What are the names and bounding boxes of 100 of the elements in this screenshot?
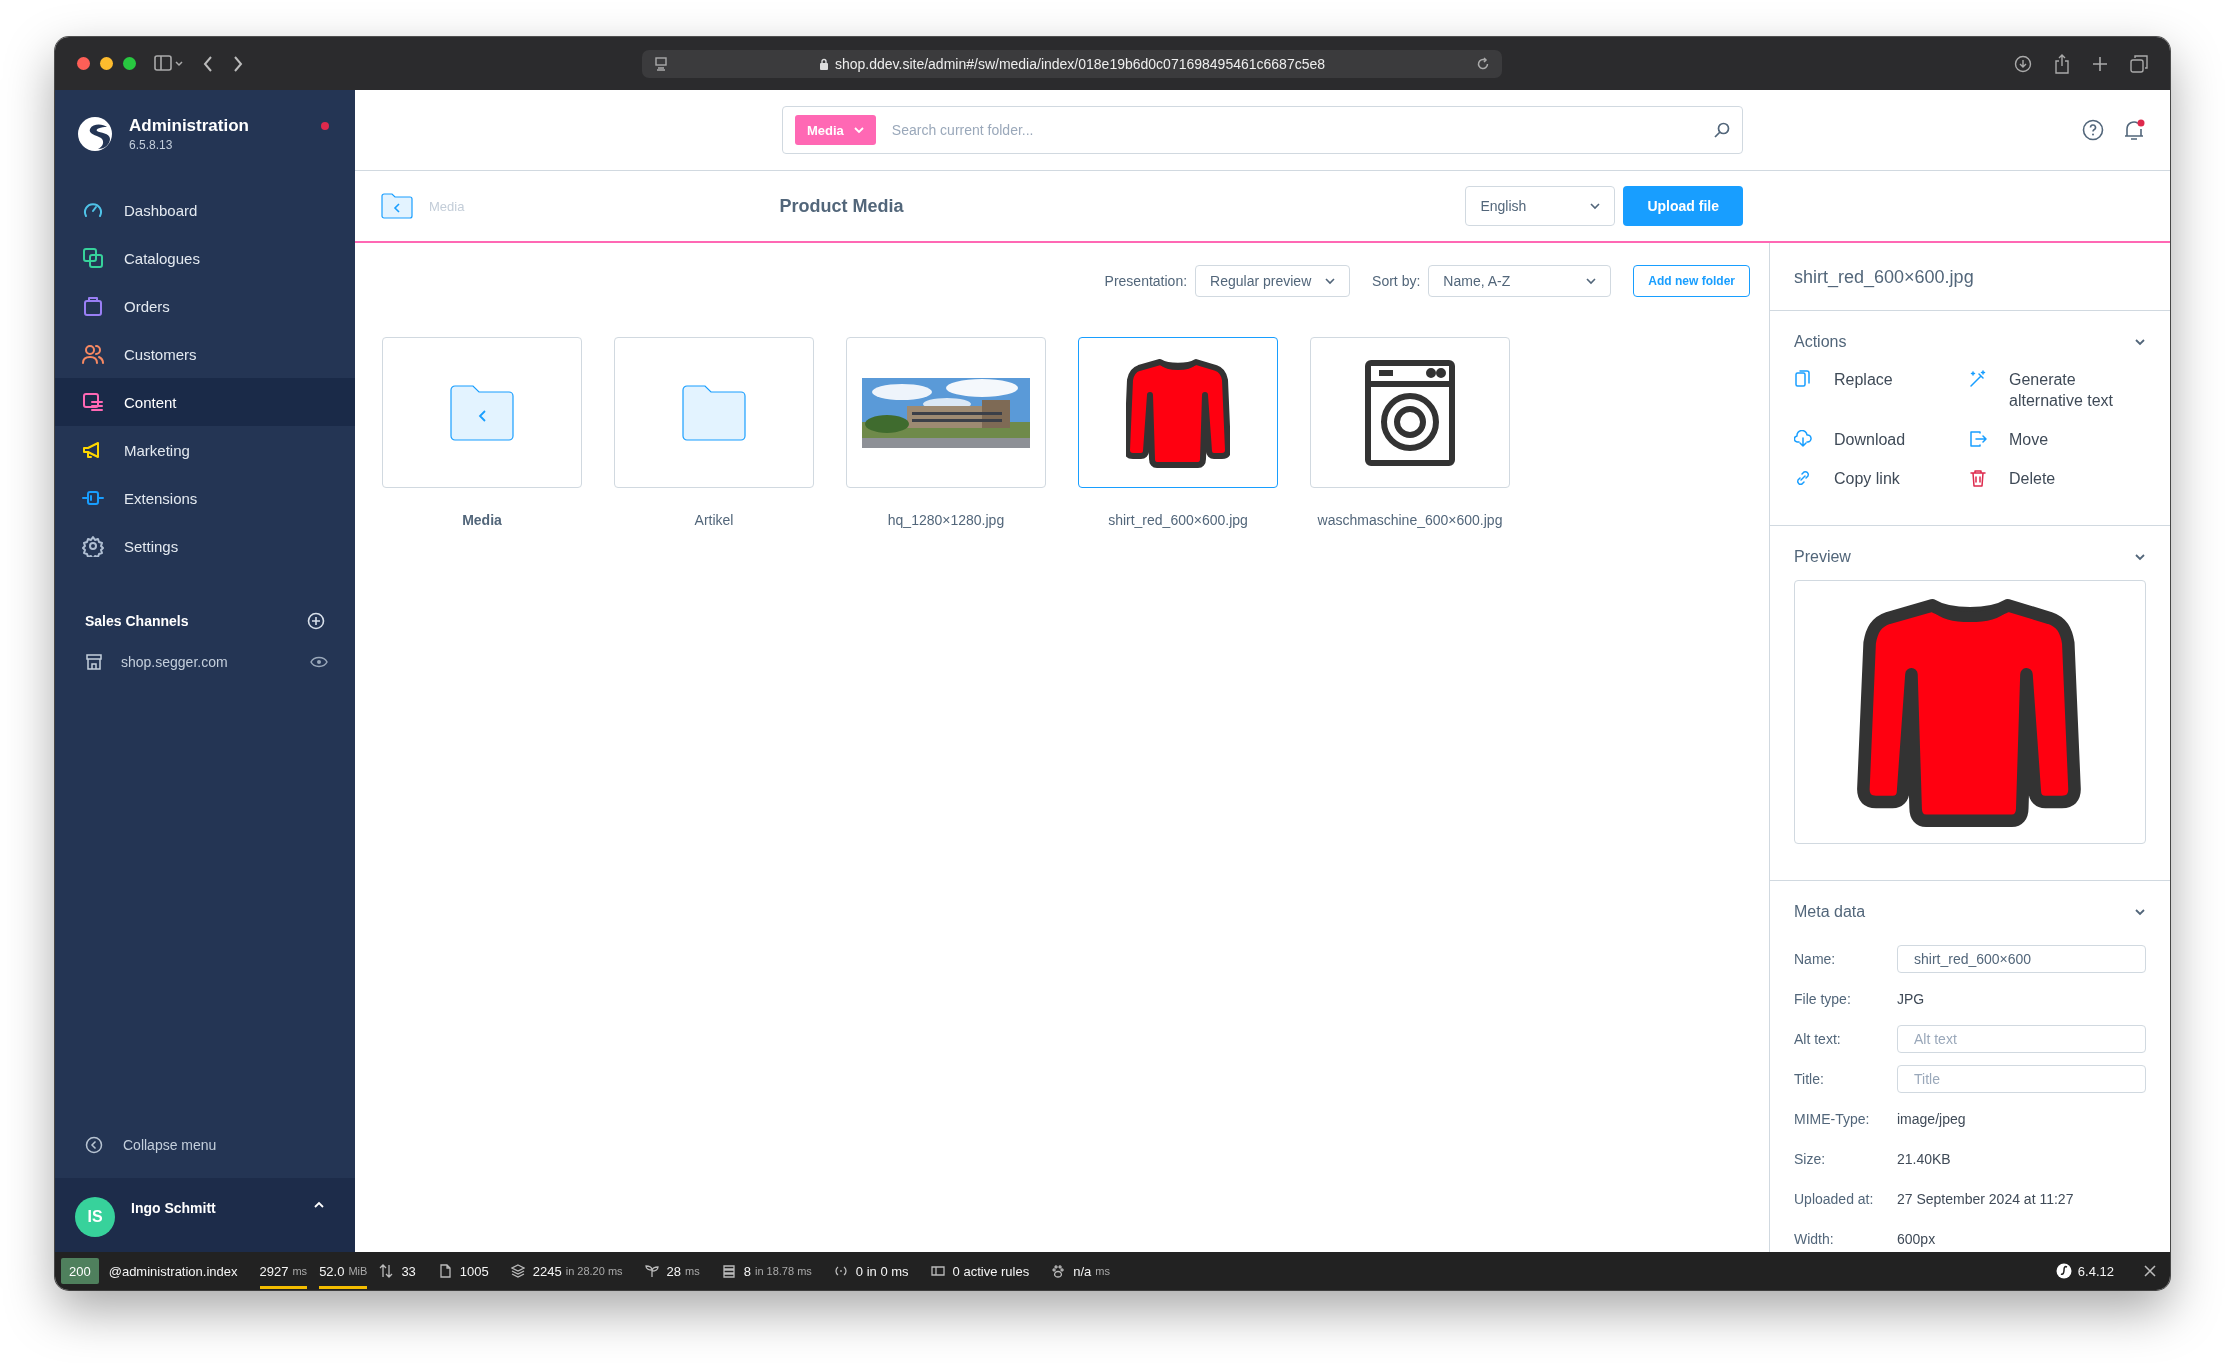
nav-item[interactable]: Customers <box>55 330 355 378</box>
paw-icon <box>1051 1264 1066 1278</box>
reload-icon[interactable] <box>1476 56 1490 71</box>
wand-icon <box>1969 370 1987 388</box>
debug-metric[interactable]: 2927 ms <box>259 1253 308 1289</box>
download-icon[interactable] <box>2014 54 2032 73</box>
chevron-icon[interactable] <box>2134 908 2146 916</box>
field-label: Uploaded at: <box>1794 1190 1875 1209</box>
input-field[interactable]: Alt text <box>1897 1025 2146 1053</box>
field-label: Name: <box>1794 950 1837 969</box>
chevron-icon[interactable] <box>2134 553 2146 561</box>
sprout-icon <box>644 1264 659 1278</box>
nav-item[interactable]: Settings <box>55 522 355 570</box>
debug-metric[interactable]: 8 in 18.78 ms <box>721 1253 812 1289</box>
input-field[interactable]: Title <box>1897 1065 2146 1093</box>
field-label: Title: <box>1794 1070 1825 1089</box>
logo-icon <box>77 116 113 152</box>
field-label: Width: <box>1794 1230 1835 1249</box>
zoom-window-button[interactable] <box>123 57 136 70</box>
logo-icon <box>2055 1263 2072 1279</box>
forward-icon[interactable] <box>232 54 244 73</box>
trash-icon <box>1969 469 1987 487</box>
radio-icon <box>833 1264 848 1278</box>
bell-icon[interactable] <box>2122 118 2146 142</box>
framework-version[interactable]: 6.4.12 <box>2055 1263 2114 1279</box>
media-name: Artikel <box>694 512 734 528</box>
media-name: Media <box>462 512 502 528</box>
tabs-overview-icon[interactable] <box>2130 54 2148 73</box>
layers-icon <box>510 1264 525 1278</box>
language-select[interactable]: English <box>1465 186 1616 226</box>
section-title: Actions <box>1794 333 1847 351</box>
field-label: Alt text: <box>1794 1030 1842 1049</box>
caret-icon <box>1325 277 1336 285</box>
presentation-label: Presentation: <box>1104 273 1188 289</box>
section-heading: Sales Channels <box>85 613 189 629</box>
folder-icon <box>682 384 746 441</box>
link-icon <box>1794 469 1812 487</box>
action-link[interactable]: Generate alternative text <box>1969 369 2146 411</box>
nav-item[interactable]: Marketing <box>55 426 355 474</box>
file-name: shirt_red_600×600.jpg <box>1770 243 2170 311</box>
status-code[interactable]: 200 <box>61 1258 99 1284</box>
app-title: Administration <box>129 116 249 136</box>
chevron-icon[interactable] <box>2134 338 2146 346</box>
help-icon[interactable] <box>2082 119 2104 141</box>
nav-item[interactable]: Orders <box>55 282 355 330</box>
search-icon[interactable] <box>1714 122 1730 138</box>
debug-metric[interactable]: 52.0 MiB <box>319 1253 368 1289</box>
presentation-select[interactable]: Regular preview <box>1195 265 1351 297</box>
field-label: Size: <box>1794 1150 1827 1169</box>
replace-icon <box>1794 370 1812 388</box>
sidebar-toggle-icon[interactable] <box>154 54 184 73</box>
notification-dot <box>321 122 329 130</box>
debug-metric[interactable]: 0 active rules <box>930 1253 1030 1289</box>
route-label[interactable]: @administration.index <box>108 1263 238 1279</box>
user-panel[interactable]: IS Ingo Schmitt <box>55 1178 355 1252</box>
field-value: JPG <box>1897 991 1926 1007</box>
file-icon <box>437 1264 452 1278</box>
address-bar[interactable]: shop.ddev.site/admin#/sw/media/index/018e19b6d0c071698495461c6687c5e8 <box>642 49 1502 78</box>
media-card[interactable] <box>1078 337 1278 488</box>
lock-icon <box>818 57 829 70</box>
media-name: shirt_red_600×600.jpg <box>1108 512 1248 528</box>
sort-select[interactable]: Name, A-Z <box>1428 265 1612 297</box>
media-name: hq_1280×1280.jpg <box>887 512 1005 528</box>
section-title: Preview <box>1794 548 1851 566</box>
debug-metric[interactable]: 1005 <box>437 1253 489 1289</box>
action-link[interactable]: Copy link <box>1794 468 1969 489</box>
field-value: image/jpeg <box>1897 1111 1967 1127</box>
nav-item[interactable]: Dashboard <box>55 186 355 234</box>
media-name: waschmaschine_600×600.jpg <box>1317 512 1503 528</box>
minimize-window-button[interactable] <box>100 57 113 70</box>
db-icon <box>721 1264 736 1278</box>
add-icon[interactable] <box>307 612 325 630</box>
close-window-button[interactable] <box>77 57 90 70</box>
share-icon[interactable] <box>2054 53 2070 74</box>
sort-label: Sort by: <box>1372 273 1421 289</box>
debug-metric[interactable]: 2245 in 28.20 ms <box>510 1253 623 1289</box>
action-link[interactable]: Download <box>1794 429 1969 450</box>
debug-metric[interactable]: 0 in 0 ms <box>833 1253 909 1289</box>
collapse-menu-button[interactable]: Collapse menu <box>55 1123 355 1167</box>
nav-item[interactable]: Extensions <box>55 474 355 522</box>
debug-metric[interactable]: 28 ms <box>644 1253 700 1289</box>
page-title: Product Media <box>779 195 904 217</box>
input-field[interactable]: shirt_red_600×600 <box>1897 945 2146 973</box>
move-icon <box>1969 430 1987 448</box>
action-link[interactable]: Delete <box>1969 468 2146 489</box>
nav-item[interactable]: Content <box>55 378 355 426</box>
caret-icon <box>1590 202 1601 210</box>
avatar: IS <box>75 1197 115 1237</box>
sales-channel-item[interactable]: shop.segger.com <box>55 642 355 682</box>
action-link[interactable]: Replace <box>1794 369 1969 411</box>
back-icon[interactable] <box>202 54 214 73</box>
version-label: 6.5.8.13 <box>129 138 174 152</box>
new-tab-icon[interactable] <box>2092 55 2108 72</box>
close-icon[interactable] <box>2144 1265 2156 1277</box>
field-label: MIME-Type: <box>1794 1110 1871 1129</box>
field-value: 21.40KB <box>1897 1151 1952 1167</box>
debug-metric[interactable]: n/a ms <box>1051 1253 1110 1289</box>
action-link[interactable]: Move <box>1969 429 2146 450</box>
nav-item[interactable]: Catalogues <box>55 234 355 282</box>
debug-metric[interactable]: 33 <box>379 1253 416 1289</box>
